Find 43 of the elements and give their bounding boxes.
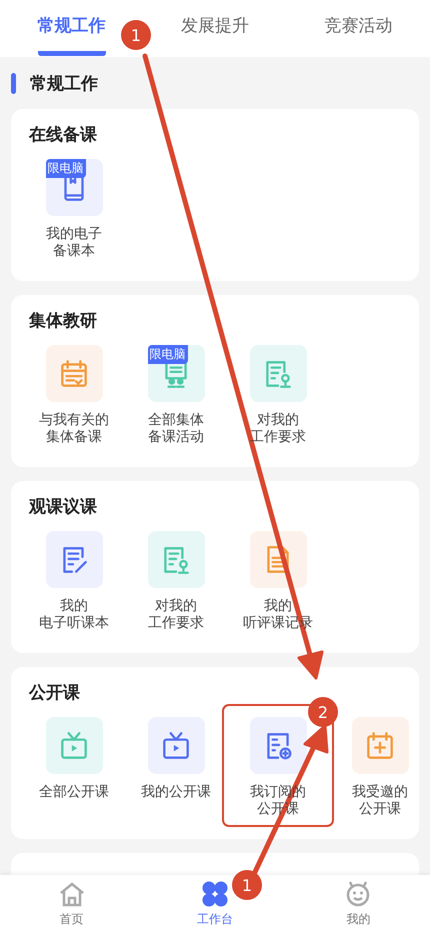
- shortcut-label[interactable]: 我的: [60, 598, 88, 615]
- shortcut-label[interactable]: 备课本: [53, 243, 95, 260]
- shortcut-tile[interactable]: [250, 531, 306, 588]
- shortcut-label[interactable]: 对我的: [155, 598, 197, 615]
- tab[interactable]: 发展提升: [180, 16, 249, 56]
- four-petal-icon[interactable]: [200, 880, 229, 908]
- shortcut-tile[interactable]: [148, 531, 204, 588]
- shortcut-tile[interactable]: [148, 717, 204, 774]
- home-icon[interactable]: [58, 880, 86, 908]
- computer-only-badge: 限电脑: [46, 159, 86, 178]
- shortcut-tile[interactable]: 限电脑: [148, 345, 204, 402]
- card-title: 观课议课: [29, 496, 98, 518]
- nav-label[interactable]: 我的: [346, 910, 370, 928]
- shortcut-label[interactable]: 我的电子: [46, 226, 102, 243]
- shortcut-tile[interactable]: [352, 717, 408, 774]
- shortcut-tile[interactable]: [46, 717, 102, 774]
- card-title: 集体教研: [29, 310, 98, 332]
- shortcut-label[interactable]: 集体备课: [46, 429, 102, 446]
- tab[interactable]: 常规工作: [38, 16, 106, 56]
- nav-label[interactable]: 工作台: [196, 910, 233, 928]
- shortcut-tile[interactable]: 限电脑: [46, 159, 102, 216]
- computer-only-badge: 限电脑: [148, 345, 188, 364]
- tab[interactable]: 竞赛活动: [324, 16, 392, 56]
- shortcut-label[interactable]: 我受邀的: [352, 784, 408, 801]
- shortcut-label[interactable]: 与我有关的: [39, 412, 109, 429]
- shortcut-label[interactable]: 对我的: [257, 412, 299, 429]
- shortcut-label[interactable]: 工作要求: [148, 615, 204, 632]
- shortcut-label[interactable]: 全部集体: [148, 412, 204, 429]
- card-title: 在线备课: [29, 124, 98, 146]
- card-title: 公开课: [29, 682, 81, 704]
- shortcut-label[interactable]: 我的: [264, 598, 292, 615]
- nav-label[interactable]: 首页: [60, 910, 84, 928]
- shortcut-label[interactable]: 电子听课本: [39, 615, 109, 632]
- shortcut-tile[interactable]: [46, 345, 102, 402]
- shortcut-tile[interactable]: [250, 345, 306, 402]
- shortcut-tile[interactable]: [46, 531, 102, 588]
- section-marker: [11, 72, 16, 94]
- shortcut-label[interactable]: 公开课: [359, 801, 401, 818]
- shortcut-label[interactable]: 全部公开课: [39, 784, 109, 801]
- shortcut-tile[interactable]: [250, 717, 306, 774]
- shortcut-label[interactable]: 备课活动: [148, 429, 204, 446]
- section-title: 常规工作: [30, 72, 98, 94]
- shortcut-label[interactable]: 我的公开课: [141, 784, 211, 801]
